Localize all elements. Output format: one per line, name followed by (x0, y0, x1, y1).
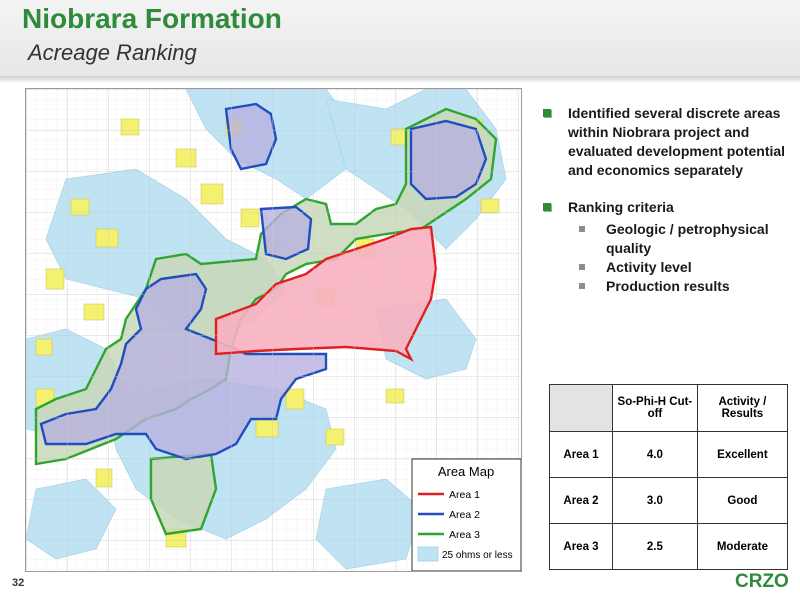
table-header-cell (549, 384, 613, 432)
header-divider (0, 76, 800, 82)
sub-bullet-text: Production results (606, 278, 730, 294)
sub-bullet-text: Activity level (606, 259, 692, 275)
table-cell: 4.0 (612, 431, 698, 478)
table-cell: 2.5 (612, 523, 698, 570)
small-square-bullet-icon (579, 264, 585, 270)
slide-subtitle: Acreage Ranking (28, 40, 197, 65)
table-row: Area 2 3.0 Good (549, 477, 789, 524)
bullet-item: Identified several discrete areas within… (540, 104, 790, 180)
table-cell: Area 1 (549, 431, 613, 478)
bullet-text: Identified several discrete areas within… (568, 105, 786, 178)
table-header-row: So-Phi-H Cut-off Activity / Results (549, 384, 789, 432)
company-logo: CRZO (735, 571, 789, 592)
table-row: Area 3 2.5 Moderate (549, 523, 789, 570)
bullet-list: Identified several discrete areas within… (540, 104, 790, 296)
sub-bullet-item: Production results (568, 277, 790, 296)
square-bullet-icon (543, 109, 551, 117)
table-header-cell: So-Phi-H Cut-off (612, 384, 698, 432)
table-cell: Moderate (696, 523, 789, 570)
square-bullet-icon (543, 203, 551, 211)
ranking-table: So-Phi-H Cut-off Activity / Results Area… (549, 384, 789, 570)
legend-area-2: Area 2 (449, 509, 480, 521)
acreage-map: Area Map Area 1 Area 2 Area 3 25 ohms or… (25, 88, 522, 572)
table-cell: 3.0 (612, 477, 698, 524)
sub-bullet-list: Geologic / petrophysical quality Activit… (568, 220, 790, 296)
legend-area-1: Area 1 (449, 489, 480, 501)
table-cell: Good (696, 477, 789, 524)
table-row: Area 1 4.0 Excellent (549, 431, 789, 478)
legend-title: Area Map (438, 464, 494, 479)
small-square-bullet-icon (579, 283, 585, 289)
sub-bullet-text: Geologic / petrophysical quality (606, 221, 769, 256)
bullet-text: Ranking criteria (568, 199, 674, 215)
legend-resistivity: 25 ohms or less (442, 550, 513, 561)
sub-bullet-item: Geologic / petrophysical quality (568, 220, 790, 258)
slide-title: Niobrara Formation (22, 3, 282, 34)
sub-bullet-item: Activity level (568, 258, 790, 277)
legend-area-3: Area 3 (449, 529, 480, 541)
page-number: 32 (12, 577, 25, 589)
table-cell: Area 2 (549, 477, 613, 524)
table-cell: Excellent (696, 431, 789, 478)
bullet-item: Ranking criteria Geologic / petrophysica… (540, 198, 790, 296)
small-square-bullet-icon (579, 226, 585, 232)
table-cell: Area 3 (549, 523, 613, 570)
table-header-cell: Activity / Results (696, 384, 789, 432)
map-legend: Area Map Area 1 Area 2 Area 3 25 ohms or… (411, 458, 521, 571)
slide-header: Niobrara Formation Acreage Ranking (0, 0, 800, 78)
